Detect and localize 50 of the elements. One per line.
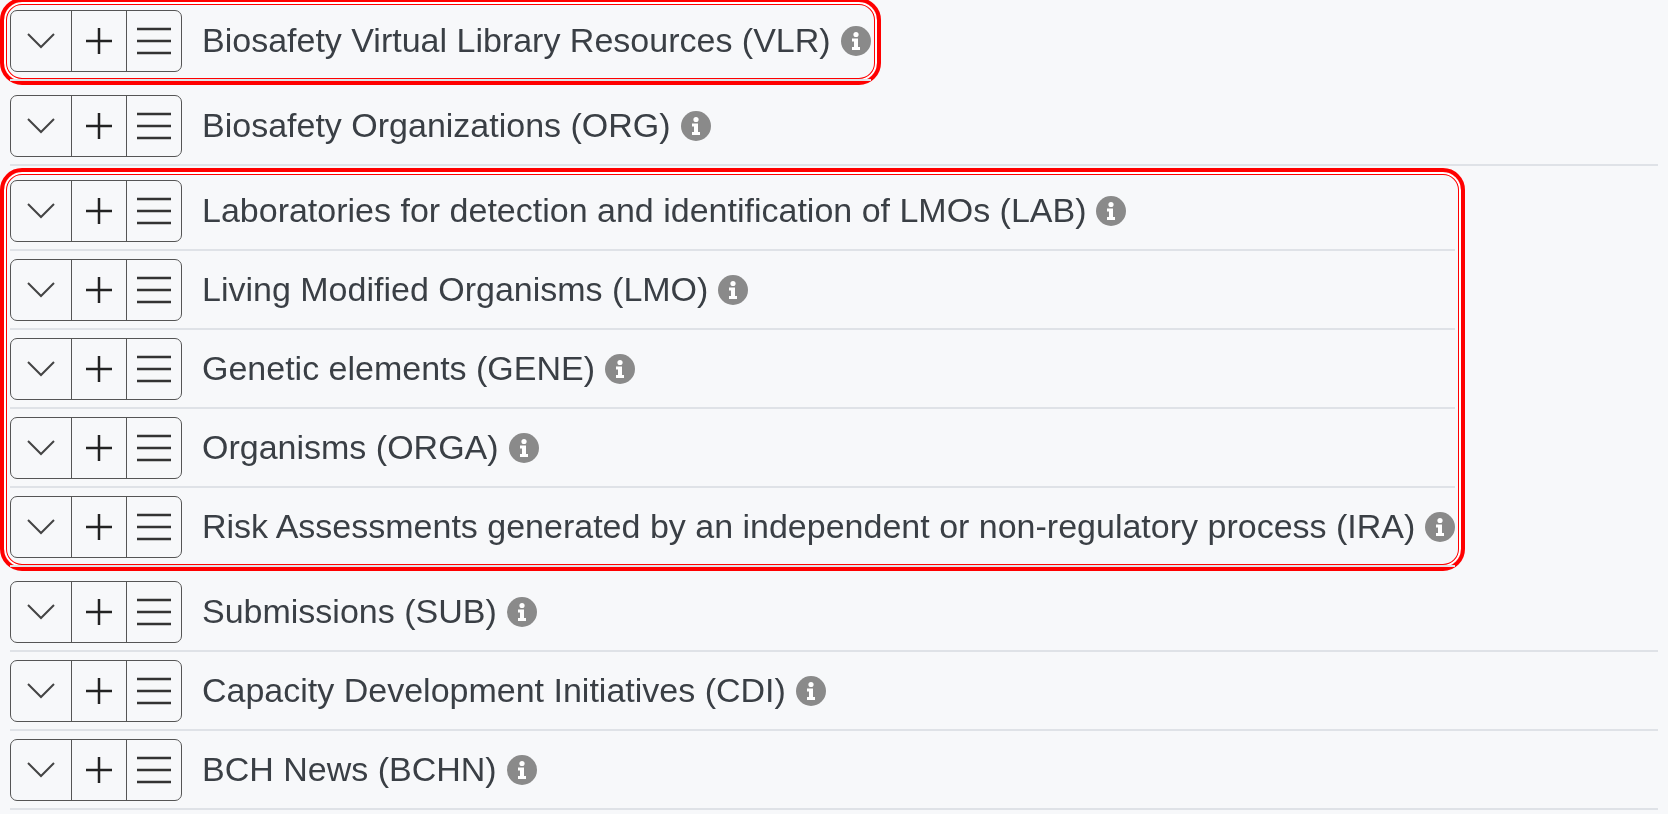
menu-icon: [136, 432, 172, 463]
plus-icon: [85, 196, 113, 225]
category-label: Biosafety Organizations (ORG): [202, 106, 671, 145]
info-icon[interactable]: [506, 754, 537, 785]
chevron-down-icon: [26, 359, 56, 378]
category-label: Living Modified Organisms (LMO): [202, 270, 709, 309]
chevron-down-icon: [26, 201, 56, 220]
plus-icon: [85, 111, 113, 140]
chevron-down-icon: [26, 681, 56, 700]
menu-icon: [136, 25, 172, 56]
plus-icon: [85, 275, 113, 304]
menu-icon: [136, 675, 172, 706]
plus-icon: [85, 26, 113, 55]
info-icon[interactable]: [718, 274, 749, 305]
menu-icon: [136, 511, 172, 542]
chevron-down-icon: [26, 280, 56, 299]
info-icon[interactable]: [508, 432, 539, 463]
plus-icon: [85, 755, 113, 784]
plus-icon: [85, 354, 113, 383]
info-icon[interactable]: [506, 596, 537, 627]
chevron-down-icon: [26, 116, 56, 135]
menu-icon: [136, 110, 172, 141]
category-label: Submissions (SUB): [202, 592, 497, 631]
menu-icon: [136, 195, 172, 226]
category-label: BCH News (BCHN): [202, 750, 497, 789]
plus-icon: [85, 676, 113, 705]
info-icon[interactable]: [795, 675, 826, 706]
category-label: Laboratories for detection and identification of LMOs (LAB): [202, 191, 1087, 230]
category-label: Risk Assessments generated by an independent or non-regulatory process (IRA): [202, 507, 1416, 546]
info-icon[interactable]: [840, 25, 871, 56]
menu-icon: [136, 274, 172, 305]
chevron-down-icon: [26, 31, 56, 50]
category-label: Biosafety Virtual Library Resources (VLR): [202, 21, 831, 60]
chevron-down-icon: [26, 517, 56, 536]
info-icon[interactable]: [1425, 511, 1456, 542]
menu-icon: [136, 596, 172, 627]
info-icon[interactable]: [680, 110, 711, 141]
chevron-down-icon: [26, 760, 56, 779]
category-label: Organisms (ORGA): [202, 428, 499, 467]
chevron-down-icon: [26, 602, 56, 621]
chevron-down-icon: [26, 438, 56, 457]
category-label: Capacity Development Initiatives (CDI): [202, 671, 786, 710]
plus-icon: [85, 597, 113, 626]
plus-icon: [85, 512, 113, 541]
menu-icon: [136, 353, 172, 384]
info-icon[interactable]: [1096, 195, 1127, 226]
menu-icon: [136, 754, 172, 785]
category-label: Genetic elements (GENE): [202, 349, 596, 388]
info-icon[interactable]: [605, 353, 636, 384]
plus-icon: [85, 433, 113, 462]
